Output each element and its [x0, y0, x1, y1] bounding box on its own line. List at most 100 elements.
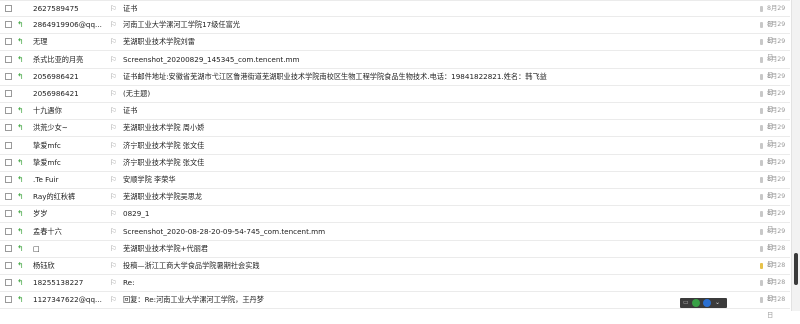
floating-mini-toolbar[interactable]: ▭ ⌄ [680, 298, 727, 308]
mail-row[interactable]: ↰ 2056986421 ⚐ 证书邮件地址:安徽省芜湖市弋江区鲁港街道芜湖职业技术学院… [0, 69, 790, 96]
tag-icon[interactable] [760, 91, 763, 97]
flag-icon[interactable]: ⚐ [110, 206, 117, 222]
flag-icon[interactable]: ⚐ [110, 120, 117, 136]
mail-subject[interactable]: 芜湖职业技术学院+代丽君 [123, 241, 733, 257]
green-status-icon[interactable] [692, 299, 700, 307]
mail-row[interactable]: 2627589475 ⚐ 证书 8月29日 [0, 0, 790, 28]
row-checkbox[interactable] [5, 5, 12, 12]
tag-icon[interactable] [760, 57, 763, 63]
window-icon[interactable]: ▭ [683, 299, 689, 307]
flag-icon[interactable]: ⚐ [110, 52, 117, 68]
sender-name[interactable]: 十九遇你 [33, 103, 103, 119]
tag-icon[interactable] [760, 229, 763, 235]
mail-row[interactable]: ↰ .Te Fuir ⚐ 安顺学院 李荣华 8月29日 [0, 172, 790, 199]
flag-icon[interactable]: ⚐ [110, 258, 117, 274]
mail-subject[interactable]: 芜湖职业技术学院 周小娇 [123, 120, 733, 136]
flag-icon[interactable]: ⚐ [110, 1, 117, 17]
row-checkbox[interactable] [5, 107, 12, 114]
flag-icon[interactable]: ⚐ [110, 34, 117, 50]
mail-row[interactable]: ↰ 挚爱mfc ⚐ 济宁职业技术学院 张文佳 8月29日 [0, 155, 790, 182]
mail-subject[interactable]: 芜湖职业技术学院吴思龙 [123, 189, 733, 205]
tag-icon[interactable] [760, 143, 763, 149]
sender-name[interactable]: Ray的红秋裤 [33, 189, 103, 205]
flag-icon[interactable]: ⚐ [110, 69, 117, 85]
flag-icon[interactable]: ⚐ [110, 189, 117, 205]
mail-row[interactable]: 2056986421 ⚐ (无主题) 8月29日 [0, 86, 790, 113]
row-checkbox[interactable] [5, 38, 12, 45]
flag-icon[interactable]: ⚐ [110, 275, 117, 291]
mail-row[interactable]: ↰ Ray的红秋裤 ⚐ 芜湖职业技术学院吴思龙 8月29日 [0, 189, 790, 216]
tag-icon[interactable] [760, 160, 763, 166]
mail-row[interactable]: ↰ 孟春十六 ⚐ Screenshot_2020-08-28-20-09-54-745… [0, 224, 790, 251]
sender-name[interactable]: 岁岁 [33, 206, 103, 222]
row-checkbox[interactable] [5, 73, 12, 80]
row-checkbox[interactable] [5, 159, 12, 166]
row-checkbox[interactable] [5, 142, 12, 149]
mail-row[interactable]: ↰ 无理 ⚐ 芜湖职业技术学院刘雷 8月29日 [0, 34, 790, 61]
flag-icon[interactable]: ⚐ [110, 17, 117, 33]
mail-subject[interactable]: 芜湖职业技术学院刘雷 [123, 34, 733, 50]
mail-row[interactable]: ↰ 2864919906@qq... ⚐ 河南工业大学漯河工学院17级任富光 8月29日 [0, 17, 790, 44]
sender-name[interactable]: 2864919906@qq... [33, 17, 103, 33]
tag-icon[interactable] [760, 6, 763, 12]
row-checkbox[interactable] [5, 21, 12, 28]
mail-row[interactable]: ↰ 岁岁 ⚐ 0829_1 8月29日 [0, 206, 790, 233]
mail-row[interactable]: 挚爱mfc ⚐ 济宁职业技术学院 张文佳 8月29日 [0, 138, 790, 165]
tag-icon[interactable] [760, 194, 763, 200]
sender-name[interactable]: 杨钰欣 [33, 258, 103, 274]
row-checkbox[interactable] [5, 124, 12, 131]
tag-icon[interactable] [760, 297, 763, 303]
mail-subject[interactable]: Screenshot_2020-08-28-20-09-54-745_com.t… [123, 224, 733, 240]
mail-subject[interactable]: 证书邮件地址:安徽省芜湖市弋江区鲁港街道芜湖职业技术学院南校区生物工程学院食品生… [123, 69, 733, 85]
flag-icon[interactable]: ⚐ [110, 172, 117, 188]
mail-subject[interactable]: (无主题) [123, 86, 733, 102]
blue-status-icon[interactable] [703, 299, 711, 307]
tag-icon[interactable] [760, 211, 763, 217]
sender-name[interactable]: .Te Fuir [33, 172, 103, 188]
sender-name[interactable]: 挚爱mfc [33, 138, 103, 154]
sender-name[interactable]: 无理 [33, 34, 103, 50]
sender-name[interactable]: 杀式比亚的月亮 [33, 52, 103, 68]
flag-icon[interactable]: ⚐ [110, 241, 117, 257]
row-checkbox[interactable] [5, 56, 12, 63]
mail-row[interactable]: ↰ □ ⚐ 芜湖职业技术学院+代丽君 8月28日 [0, 241, 790, 268]
mail-row[interactable]: ↰ 1127347622@qq... ⚐ 回复：Re:河南工业大学漯河工学院，王丹梦 8… [0, 292, 790, 319]
sender-name[interactable]: 18255138227 [33, 275, 103, 291]
mail-row[interactable]: ↰ 杀式比亚的月亮 ⚐ Screenshot_20200829_145345_com.… [0, 52, 790, 79]
row-checkbox[interactable] [5, 90, 12, 97]
row-checkbox[interactable] [5, 193, 12, 200]
tag-icon[interactable] [760, 74, 763, 80]
sender-name[interactable]: 1127347622@qq... [33, 292, 103, 308]
mail-subject[interactable]: 安顺学院 李荣华 [123, 172, 733, 188]
mail-subject[interactable]: 投稿—浙江工商大学食品学院暑期社会实践 [123, 258, 733, 274]
tag-icon[interactable] [760, 177, 763, 183]
sender-name[interactable]: 挚爱mfc [33, 155, 103, 171]
row-checkbox[interactable] [5, 228, 12, 235]
tag-icon[interactable] [760, 246, 763, 252]
mail-row[interactable]: ↰ 18255138227 ⚐ Re: 8月28日 [0, 275, 790, 302]
mail-subject[interactable]: Screenshot_20200829_145345_com.tencent.m… [123, 52, 733, 68]
mail-subject[interactable]: 证书 [123, 1, 733, 17]
sender-name[interactable]: 2056986421 [33, 69, 103, 85]
tag-icon[interactable] [760, 39, 763, 45]
sender-name[interactable]: 2056986421 [33, 86, 103, 102]
tag-icon[interactable] [760, 22, 763, 28]
tag-icon[interactable] [760, 125, 763, 131]
mail-subject[interactable]: 0829_1 [123, 206, 733, 222]
flag-icon[interactable]: ⚐ [110, 103, 117, 119]
row-checkbox[interactable] [5, 245, 12, 252]
mail-subject[interactable]: 河南工业大学漯河工学院17级任富光 [123, 17, 733, 33]
scrollbar-thumb[interactable] [794, 253, 798, 285]
mail-subject[interactable]: 济宁职业技术学院 张文佳 [123, 155, 733, 171]
sender-name[interactable]: 2627589475 [33, 1, 103, 17]
flag-icon[interactable]: ⚐ [110, 138, 117, 154]
mail-row[interactable]: ↰ 杨钰欣 ⚐ 投稿—浙江工商大学食品学院暑期社会实践 8月28日 [0, 258, 790, 285]
flag-icon[interactable]: ⚐ [110, 292, 117, 308]
chevron-down-icon[interactable]: ⌄ [715, 299, 720, 307]
mail-subject[interactable]: 济宁职业技术学院 张文佳 [123, 138, 733, 154]
mail-subject[interactable]: Re: [123, 275, 733, 291]
row-checkbox[interactable] [5, 262, 12, 269]
row-checkbox[interactable] [5, 176, 12, 183]
sender-name[interactable]: 洪荒少女~ [33, 120, 103, 136]
row-checkbox[interactable] [5, 296, 12, 303]
